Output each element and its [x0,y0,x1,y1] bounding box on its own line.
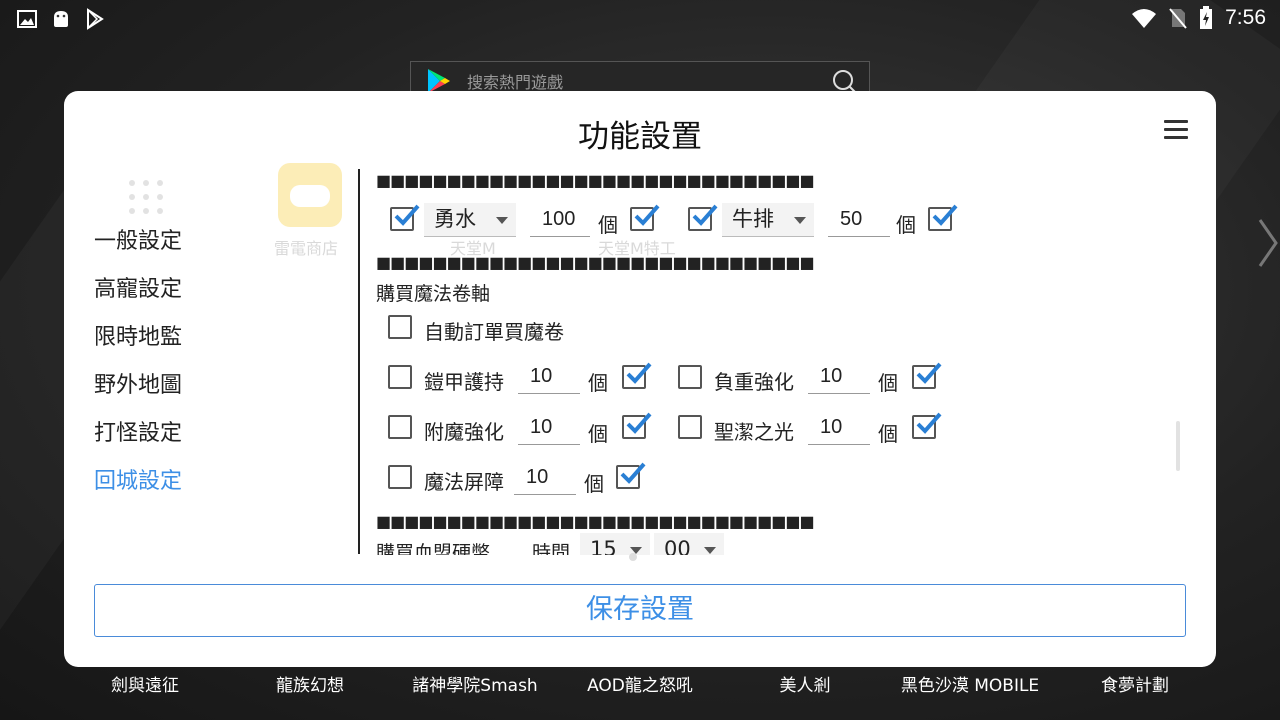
wifi-icon [1132,9,1157,28]
hour-select-value: 15 [590,537,617,555]
weight-scroll-confirm-checkbox[interactable] [912,362,942,389]
holy-light-scroll-unit: 個 [878,422,898,446]
dock-app-label[interactable]: 劍與遠征 [111,671,179,696]
holy-light-scroll-label: 聖潔之光 [714,420,794,444]
apps-grid-icon [129,180,163,214]
potion-enable-checkbox[interactable] [390,204,420,231]
potion-select[interactable]: 勇水 [424,203,516,237]
enchant-scroll-unit: 個 [588,422,608,446]
armor-scroll-qty-input[interactable] [518,360,580,394]
food-confirm-checkbox[interactable] [928,204,958,231]
sidebar-item-field-map[interactable]: 野外地圖 [94,369,294,417]
settings-sidebar: 一般設定 高寵設定 限時地監 野外地圖 打怪設定 回城設定 [94,225,294,513]
enchant-scroll-qty-input[interactable] [518,411,580,445]
weight-scroll-checkbox[interactable] [678,365,702,389]
weight-scroll-unit: 個 [878,371,898,395]
section-separator: ■■■■■■■■■■■■■■■■■■■■■■■■■■■■■■■ [376,253,815,272]
potion-qty-input[interactable] [530,203,590,237]
bloodpledge-title: 購買血盟硬幣 [376,542,491,555]
armor-scroll-label: 鎧甲護持 [424,370,504,394]
food-qty-input[interactable] [828,203,890,237]
content-scrollbar[interactable] [1176,421,1180,471]
dialog-title: 功能設置 [578,119,702,155]
app-dock: 劍與遠征 龍族幻想 諸神學院Smash AOD龍之怒吼 美人剎 黑色沙漠 MOB… [0,668,1280,708]
armor-scroll-checkbox[interactable] [388,365,412,389]
section-separator: ■■■■■■■■■■■■■■■■■■■■■■■■■■■■■■■ [376,512,815,531]
magic-barrier-scroll-label: 魔法屏障 [424,470,504,494]
magic-barrier-scroll-checkbox[interactable] [388,465,412,489]
minute-select-value: 00 [664,537,691,555]
enchant-scroll-label: 附魔強化 [424,420,504,444]
scroll-section-title: 購買魔法卷軸 [376,283,491,305]
sidebar-divider [358,169,360,554]
armor-scroll-confirm-checkbox[interactable] [622,362,652,389]
android-icon [54,11,68,27]
page-indicator-dot [629,553,637,561]
section-separator: ■■■■■■■■■■■■■■■■■■■■■■■■■■■■■■■ [376,171,815,190]
auto-order-checkbox[interactable] [388,315,412,339]
menu-icon[interactable] [1164,120,1188,140]
food-enable-checkbox[interactable] [688,204,718,231]
settings-dialog: 功能設置 雷電商店 天堂M 天堂M特工 一般設定 高寵設定 限時地監 野外地圖 … [64,91,1216,667]
magic-barrier-scroll-confirm-checkbox[interactable] [616,462,646,489]
food-select-value: 牛排 [732,207,774,231]
enchant-scroll-checkbox[interactable] [388,415,412,439]
dock-app-label[interactable]: 龍族幻想 [276,671,344,696]
sidebar-item-pet[interactable]: 高寵設定 [94,273,294,321]
auto-order-label: 自動訂單買魔卷 [424,320,564,344]
dock-app-label[interactable]: 美人剎 [780,671,831,696]
potion-confirm-checkbox[interactable] [630,204,660,231]
magic-barrier-scroll-qty-input[interactable] [514,461,576,495]
status-bar: 7:56 [0,0,1280,38]
search-placeholder: 搜索熱門遊戲 [467,73,564,92]
game-store-icon [278,163,342,227]
weight-scroll-label: 負重強化 [714,370,794,394]
dock-app-label[interactable]: AOD龍之怒吼 [587,671,693,696]
holy-light-scroll-checkbox[interactable] [678,415,702,439]
armor-scroll-unit: 個 [588,371,608,395]
clock: 7:56 [1225,6,1266,29]
hour-select[interactable]: 15 [580,533,650,555]
dock-app-label[interactable]: 黑色沙漠 MOBILE [901,671,1039,696]
weight-scroll-qty-input[interactable] [808,360,870,394]
minute-select[interactable]: 00 [654,533,724,555]
dock-app-label[interactable]: 諸神學院Smash [412,671,537,696]
next-page-icon[interactable] [1256,216,1280,270]
holy-light-scroll-confirm-checkbox[interactable] [912,412,942,439]
no-sim-icon [1169,8,1187,29]
settings-content[interactable]: ■■■■■■■■■■■■■■■■■■■■■■■■■■■■■■■ 勇水 個 牛排 … [374,169,1194,555]
food-unit: 個 [896,213,916,237]
potion-select-value: 勇水 [434,207,476,231]
sidebar-item-general[interactable]: 一般設定 [94,225,294,273]
sidebar-item-return-town[interactable]: 回城設定 [94,465,294,513]
dock-app-label[interactable]: 食夢計劃 [1101,671,1169,696]
save-settings-button[interactable]: 保存設置 [94,584,1186,637]
play-store-icon [87,8,104,30]
sidebar-item-hunting[interactable]: 打怪設定 [94,417,294,465]
gallery-icon [17,10,37,28]
potion-unit: 個 [598,213,618,237]
battery-charging-icon [1200,6,1213,29]
sidebar-item-timed-dungeon[interactable]: 限時地監 [94,321,294,369]
holy-light-scroll-qty-input[interactable] [808,411,870,445]
magic-barrier-scroll-unit: 個 [584,472,604,496]
enchant-scroll-confirm-checkbox[interactable] [622,412,652,439]
food-select[interactable]: 牛排 [722,203,814,237]
bloodpledge-time-label: 時間 [532,542,571,555]
